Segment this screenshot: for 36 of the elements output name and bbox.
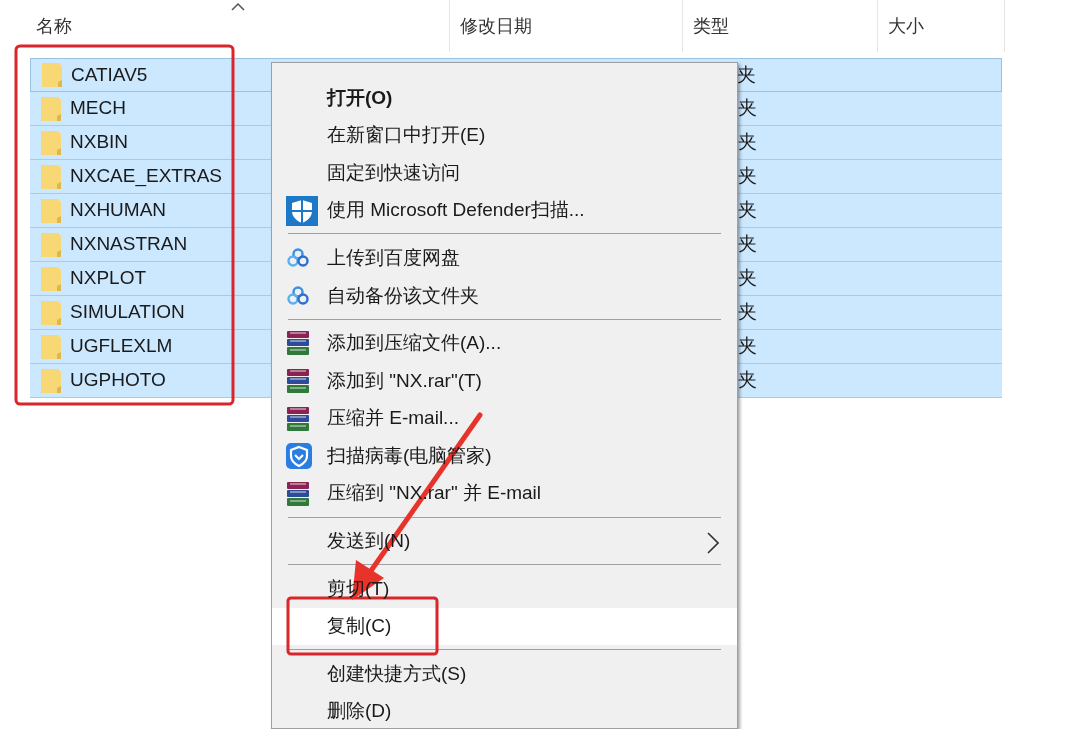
menu-item-label: 在新窗口中打开(E) (327, 123, 486, 148)
file-type: 夹 (738, 300, 757, 325)
menu-item-label: 使用 Microsoft Defender扫描... (327, 198, 585, 223)
menu-item-label: 固定到快速访问 (327, 160, 460, 185)
file-name: SIMULATION (70, 300, 185, 325)
menu-item-label: 创建快捷方式(S) (327, 661, 467, 686)
file-type: 夹 (738, 232, 757, 257)
menu-item-label: 添加到 "NX.rar"(T) (327, 368, 482, 393)
file-name: UGPHOTO (70, 368, 166, 393)
file-name: NXPLOT (70, 266, 147, 291)
file-type: 夹 (738, 334, 757, 359)
column-header-label: 大小 (888, 14, 924, 38)
column-header-label: 类型 (693, 14, 729, 38)
file-type: 夹 (738, 164, 757, 189)
menu-item-label: 压缩并 E-mail... (327, 406, 459, 431)
menu-item-label: 复制(C) (327, 614, 392, 639)
column-header-label: 修改日期 (460, 14, 532, 38)
file-type: 夹 (738, 96, 757, 121)
file-name: UGFLEXLM (70, 334, 173, 359)
menu-item-label: 上传到百度网盘 (327, 245, 460, 270)
file-name: NXNASTRAN (70, 232, 188, 257)
file-name: CATIAV5 (71, 62, 148, 87)
file-type: 夹 (738, 198, 757, 223)
menu-item-label: 删除(D) (327, 699, 392, 724)
menu-item-label: 添加到压缩文件(A)... (327, 331, 502, 356)
file-name: NXBIN (70, 130, 129, 155)
file-type: 夹 (738, 368, 757, 393)
file-name: NXHUMAN (70, 198, 167, 223)
file-type: 夹 (738, 266, 757, 291)
file-type: 夹 (738, 130, 757, 155)
file-name: NXCAE_EXTRAS (70, 164, 223, 189)
file-name: MECH (70, 96, 126, 121)
column-header-label: 名称 (36, 14, 72, 38)
menu-item-label: 打开(O) (327, 85, 393, 110)
file-type: 夹 (737, 62, 756, 87)
menu-item-label: 自动备份该文件夹 (327, 283, 479, 308)
